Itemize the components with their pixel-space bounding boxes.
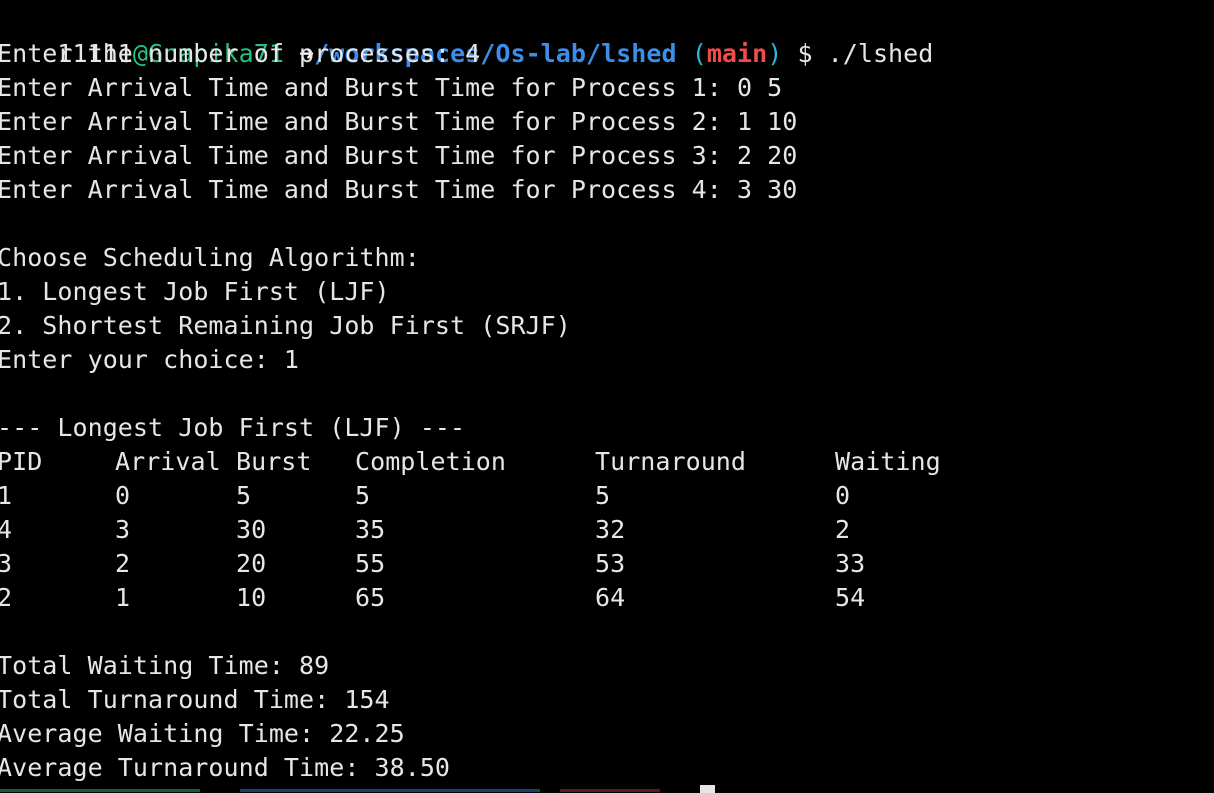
summary-avg-turnaround: Average Turnaround Time: 38.50: [0, 753, 451, 782]
cell-arrival: 1: [115, 583, 131, 612]
summary-total-waiting: Total Waiting Time: 89: [0, 651, 330, 680]
num-processes-line: Enter the number of processes: 4: [0, 39, 481, 68]
cell-burst: 20: [236, 549, 267, 578]
cell-pid: 2: [0, 583, 13, 612]
cell-burst: 10: [236, 583, 267, 612]
process-input-line: Enter Arrival Time and Burst Time for Pr…: [0, 141, 798, 170]
prompt-command: ./lshed: [827, 39, 934, 68]
cell-pid: 1: [0, 481, 13, 510]
cell-pid: 3: [0, 549, 13, 578]
process-input-line: Enter Arrival Time and Burst Time for Pr…: [0, 73, 783, 102]
cell-burst: 30: [236, 515, 267, 544]
cell-waiting: 54: [835, 583, 866, 612]
prompt-branch: main: [706, 39, 768, 68]
cell-turnaround: 32: [595, 515, 626, 544]
header-pid: PID: [0, 447, 43, 476]
header-completion: Completion: [355, 447, 507, 476]
terminal-window[interactable]: 11111@Gnapika71 ➜/workspaces/Os-lab/lshe…: [0, 0, 1214, 793]
cell-completion: 35: [355, 515, 386, 544]
prompt-line: 11111@Gnapika71 ➜/workspaces/Os-lab/lshe…: [0, 3, 933, 68]
prompt-paren-close: ): [767, 39, 783, 68]
results-title: --- Longest Job First (LJF) ---: [0, 413, 466, 442]
cell-completion: 55: [355, 549, 386, 578]
cell-turnaround: 53: [595, 549, 626, 578]
next-prompt-fragment: [560, 789, 660, 792]
menu-option-srjf: 2. Shortest Remaining Job First (SRJF): [0, 311, 571, 340]
process-input-line: Enter Arrival Time and Burst Time for Pr…: [0, 107, 798, 136]
table-row: 1 0 5 5 5 0: [0, 479, 1211, 513]
menu-heading: Choose Scheduling Algorithm:: [0, 243, 420, 272]
cell-completion: 5: [355, 481, 371, 510]
table-row: 4 3 30 35 32 2: [0, 513, 1211, 547]
header-turnaround: Turnaround: [595, 447, 747, 476]
results-table-header: PID Arrival Burst Completion Turnaround …: [0, 445, 1211, 479]
menu-choice-line: Enter your choice: 1: [0, 345, 300, 374]
cell-arrival: 2: [115, 549, 131, 578]
prompt-dollar: $: [797, 39, 813, 68]
process-input-line: Enter Arrival Time and Burst Time for Pr…: [0, 175, 798, 204]
cell-burst: 5: [236, 481, 252, 510]
cell-turnaround: 5: [595, 481, 611, 510]
cell-arrival: 3: [115, 515, 131, 544]
next-prompt-fragment: [0, 789, 200, 792]
cell-pid: 4: [0, 515, 13, 544]
header-waiting: Waiting: [835, 447, 941, 476]
table-row: 2 1 10 65 64 54: [0, 581, 1211, 615]
cell-waiting: 2: [835, 515, 851, 544]
table-row: 3 2 20 55 53 33: [0, 547, 1211, 581]
terminal-cursor: [700, 785, 715, 793]
next-prompt-partial: [0, 786, 700, 793]
cell-turnaround: 64: [595, 583, 626, 612]
cell-waiting: 33: [835, 549, 866, 578]
menu-option-ljf: 1. Longest Job First (LJF): [0, 277, 390, 306]
cell-completion: 65: [355, 583, 386, 612]
prompt-paren-open: (: [691, 39, 707, 68]
cell-arrival: 0: [115, 481, 131, 510]
summary-total-turnaround: Total Turnaround Time: 154: [0, 685, 390, 714]
header-arrival: Arrival: [115, 447, 221, 476]
header-burst: Burst: [236, 447, 312, 476]
next-prompt-fragment: [240, 789, 540, 792]
cell-waiting: 0: [835, 481, 851, 510]
summary-avg-waiting: Average Waiting Time: 22.25: [0, 719, 405, 748]
